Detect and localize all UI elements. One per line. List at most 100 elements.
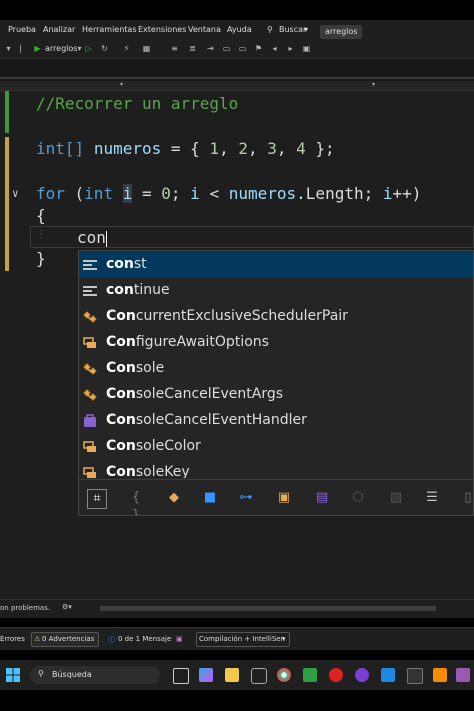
completion-rest: tinue	[133, 282, 170, 298]
menu-item-ayuda[interactable]: Ayuda	[227, 25, 252, 34]
messages-filter[interactable]: 0 de 1 Mensaje	[118, 635, 171, 643]
menu-item-ventana[interactable]: Ventana	[188, 25, 221, 34]
box-app-icon[interactable]	[251, 668, 267, 684]
menu-item-herramientas[interactable]: Herramientas	[82, 25, 137, 34]
errors-filter[interactable]: Errores	[0, 635, 25, 643]
warnings-filter: 0 Advertencias	[42, 635, 95, 643]
completion-item[interactable]: ConsoleCancelEventArgs	[79, 382, 473, 408]
menu-bar: Prueba Analizar Herramientas Extensiones…	[0, 20, 474, 40]
code-typed-line[interactable]: con	[77, 228, 107, 247]
completion-rest: currentExclusiveSchedulerPair	[135, 308, 348, 324]
filter-icon[interactable]: ▣	[176, 635, 183, 643]
menu-item-prueba[interactable]: Prueba	[8, 25, 36, 34]
red-app-icon[interactable]	[329, 668, 343, 682]
xampp-icon[interactable]	[433, 668, 447, 682]
chevron-down-icon[interactable]: ▾	[120, 81, 123, 88]
code-line-for: for (int i = 0; i < numeros.Length; i++)	[36, 184, 421, 203]
chevron-down-icon[interactable]: ▾	[372, 81, 375, 88]
intellisense-popup[interactable]: const continue ConcurrentExclusiveSchedu…	[78, 250, 474, 516]
more-filter-icon[interactable]: ▯	[459, 489, 473, 507]
vscode-icon[interactable]	[381, 668, 395, 682]
completion-rest: soleCancelEventHandler	[135, 412, 307, 428]
module-filter-icon[interactable]: ⬡	[349, 489, 367, 507]
horizontal-scrollbar[interactable]	[100, 606, 436, 611]
menu-item-analizar[interactable]: Analizar	[43, 25, 75, 34]
class-icon	[83, 363, 97, 375]
next-bookmark-icon[interactable]: ▸	[286, 44, 295, 53]
completion-match: Con	[106, 334, 136, 350]
code-token-i-highlighted: i	[122, 184, 133, 203]
completion-item[interactable]: const	[79, 252, 473, 278]
bottom-black-band	[0, 690, 474, 711]
github-desktop-icon[interactable]	[355, 668, 369, 682]
completion-rest: soleCancelEventArgs	[135, 386, 284, 402]
completion-item[interactable]: ConsoleKey	[79, 460, 473, 478]
struct-filter-icon[interactable]: ▣	[275, 489, 293, 507]
copilot-icon[interactable]	[199, 668, 213, 682]
project-tab[interactable]: arreglos	[320, 25, 363, 39]
completion-rest: soleKey	[135, 464, 190, 478]
class-icon	[83, 311, 97, 323]
snippet-filter-icon[interactable]: ▧	[387, 489, 405, 507]
delegate-filter-icon[interactable]: ▤	[313, 489, 331, 507]
taskbar-search[interactable]: ⚲ Búsqueda	[30, 666, 160, 684]
error-list-toolbar: Errores ⚠ 0 Advertencias ⓘ 0 de 1 Mensaj…	[0, 627, 474, 650]
search-icon: ⚲	[38, 669, 44, 678]
comment-icon[interactable]: ▭	[222, 44, 231, 53]
windows-start-icon[interactable]	[6, 668, 20, 682]
run-without-debug-icon[interactable]: ▷	[84, 44, 93, 53]
completion-item[interactable]: ConcurrentExclusiveSchedulerPair	[79, 304, 473, 330]
code-token-variable: numeros	[228, 184, 297, 203]
uncomment-icon[interactable]: ▭	[238, 44, 247, 53]
namespace-icon[interactable]: { }	[127, 489, 145, 515]
completion-match: Con	[106, 412, 136, 428]
green-app-icon[interactable]	[303, 668, 317, 682]
task-view-icon[interactable]	[173, 668, 189, 684]
play-icon[interactable]: ▶	[33, 44, 42, 53]
format-icon[interactable]: ≡	[170, 44, 179, 53]
chrome-icon[interactable]	[277, 668, 291, 682]
code-token-paren: (	[64, 184, 85, 203]
layout-icon[interactable]: ▦	[142, 44, 151, 53]
collapse-chevron-icon[interactable]: ∨	[12, 187, 19, 200]
chevron-down-icon[interactable]: ▾	[75, 44, 84, 53]
menu-item-extensiones[interactable]: Extensiones	[138, 25, 186, 34]
dropdown-icon[interactable]: ▾	[4, 44, 13, 53]
class-icon	[83, 389, 97, 401]
keyword-filter-icon[interactable]: ☰	[423, 489, 441, 507]
search-menu[interactable]: Buscar	[279, 25, 306, 34]
start-target[interactable]: arreglos	[45, 44, 77, 53]
class-filter-icon[interactable]: ◆	[165, 489, 183, 507]
separator-icon: |	[19, 44, 22, 53]
completion-item[interactable]: ConfigureAwaitOptions	[79, 330, 473, 356]
method-filter-icon[interactable]: ■	[201, 489, 219, 507]
completion-filter-bar: ⌗ { } ◆ ■ ⊶ ▣ ▤ ⬡ ▧ ☰ ▯	[79, 479, 473, 515]
prev-bookmark-icon[interactable]: ◂	[270, 44, 279, 53]
indent-icon[interactable]: ⇥	[206, 44, 215, 53]
code-token-op: <	[199, 184, 229, 203]
hot-reload-icon[interactable]: ⚡	[122, 44, 131, 53]
completion-rest: figureAwaitOptions	[135, 334, 269, 350]
visual-studio-icon[interactable]	[456, 668, 470, 682]
code-token-op: ++)	[392, 184, 422, 203]
terminal-icon[interactable]	[407, 668, 423, 684]
completion-item[interactable]: ConsoleCancelEventHandler	[79, 408, 473, 434]
completion-item[interactable]: continue	[79, 278, 473, 304]
search-icon[interactable]: ⚲	[267, 25, 273, 34]
windows-taskbar: ⚲ Búsqueda	[0, 660, 474, 690]
typed-text: con	[77, 228, 106, 247]
completion-match: con	[106, 282, 134, 298]
code-token-num: 3	[267, 139, 277, 158]
completion-item[interactable]: ConsoleColor	[79, 434, 473, 460]
bookmark-icon[interactable]: ⚑	[254, 44, 263, 53]
code-token-for: for	[36, 184, 65, 203]
expand-icon[interactable]: ⌗	[87, 489, 107, 509]
filter-icon[interactable]: ⚙▾	[62, 603, 72, 611]
code-token-length: Length	[305, 184, 364, 203]
clear-bookmarks-icon[interactable]: ▣	[302, 44, 311, 53]
refresh-icon[interactable]: ↻	[100, 44, 109, 53]
completion-item[interactable]: Console	[79, 356, 473, 382]
file-explorer-icon[interactable]	[225, 668, 239, 682]
interface-filter-icon[interactable]: ⊶	[237, 489, 255, 507]
align-icon[interactable]: ≣	[188, 44, 197, 53]
